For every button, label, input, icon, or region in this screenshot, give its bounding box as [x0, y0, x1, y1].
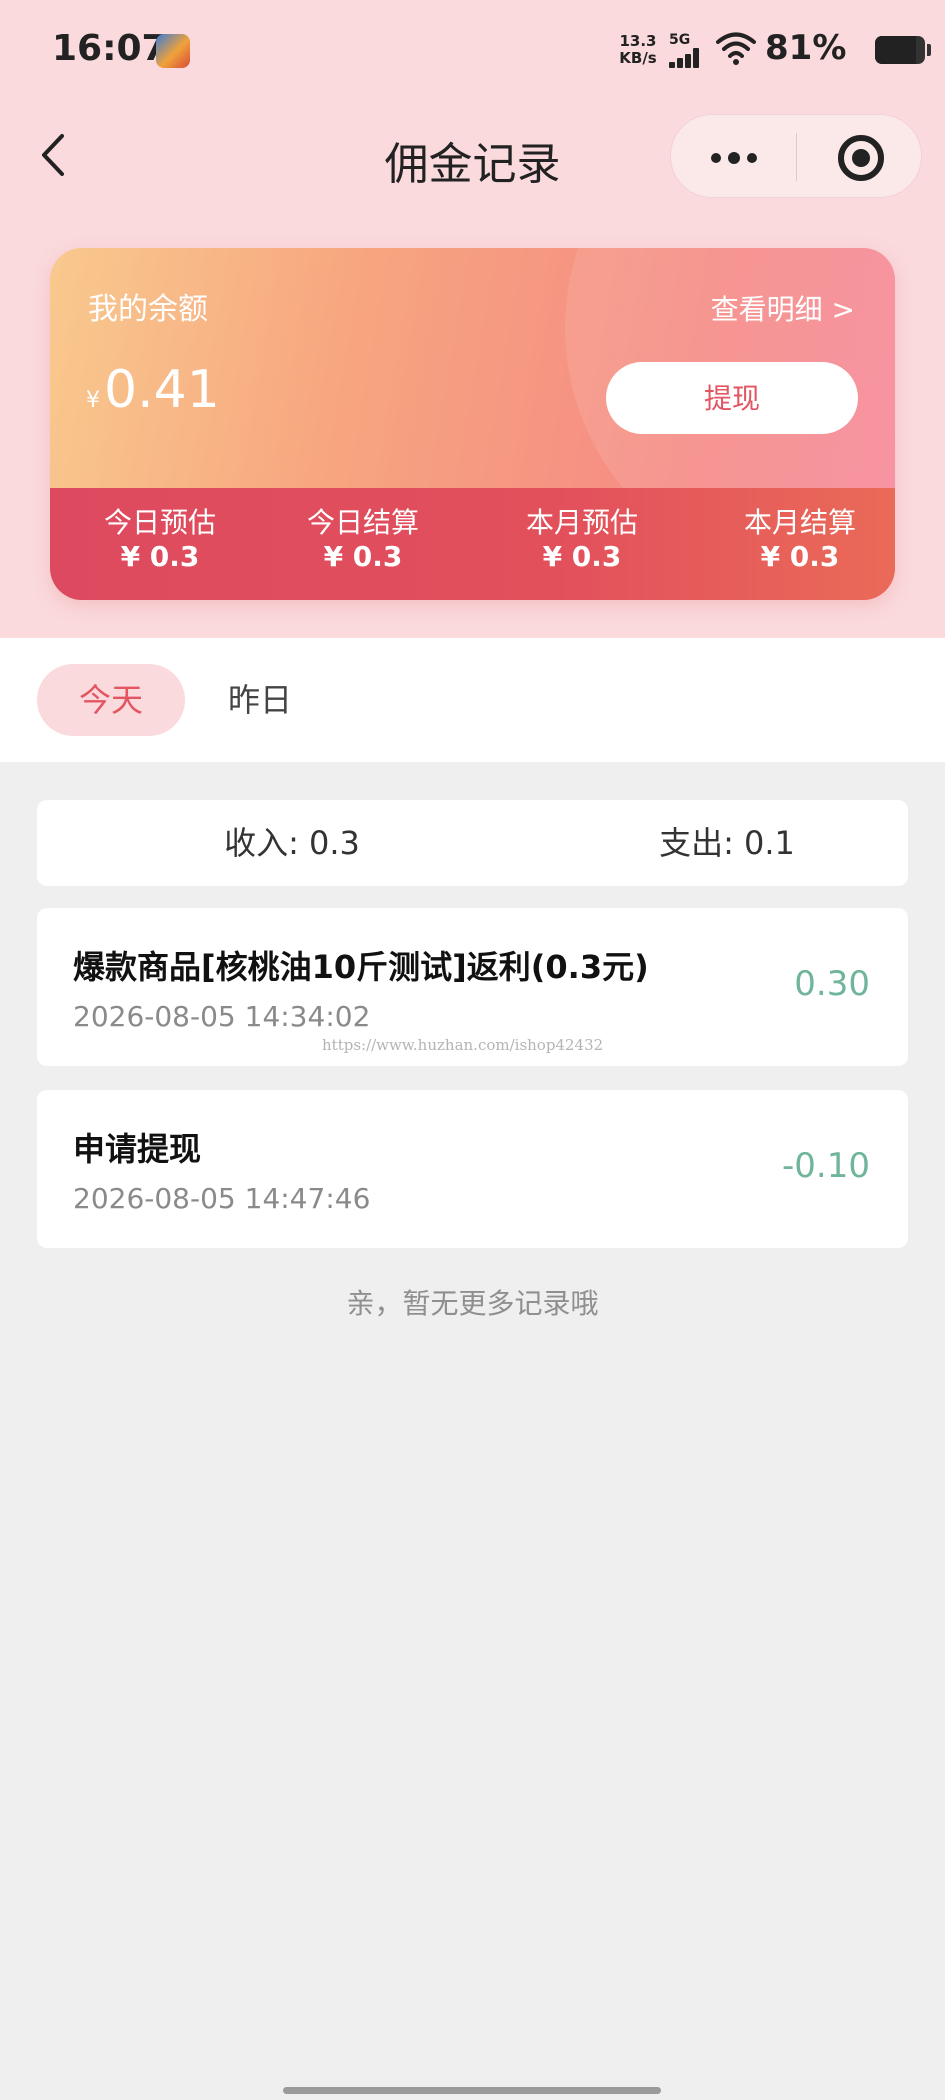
stat-label: 本月预估 — [525, 506, 638, 539]
currency-symbol: ¥ — [86, 388, 100, 413]
signal-icon — [669, 48, 707, 68]
watermark-text: https://www.huzhan.com/ishop42432 — [322, 1036, 604, 1054]
record-time: 2026-08-05 14:47:46 — [73, 1182, 371, 1215]
more-dot-icon — [728, 152, 740, 164]
stat-label: 本月结算 — [743, 506, 856, 539]
battery-cap — [927, 44, 931, 56]
stat-value: ¥ 0.3 — [760, 540, 840, 573]
stat-month-settled: 本月结算 ¥ 0.3 — [720, 506, 880, 574]
balance-card: 我的余额 查看明细 > ¥0.41 提现 今日预估 ¥ 0.3 今日结算 ¥ 0… — [50, 248, 895, 600]
balance-value: 0.41 — [104, 360, 220, 420]
tab-yesterday[interactable]: 昨日 — [200, 664, 320, 736]
battery-level — [875, 36, 916, 64]
balance-amount: ¥0.41 — [86, 360, 220, 420]
date-tabs: 今天 昨日 — [0, 638, 945, 762]
battery-percent: 81% — [765, 28, 847, 68]
view-details-link[interactable]: 查看明细 > — [711, 288, 855, 328]
more-dot-icon — [711, 153, 721, 163]
wifi-icon — [716, 32, 756, 65]
record-title: 申请提现 — [73, 1130, 202, 1168]
close-target-button[interactable] — [797, 115, 923, 199]
network-type: 5G — [669, 32, 691, 48]
stats-row: 今日预估 ¥ 0.3 今日结算 ¥ 0.3 本月预估 ¥ 0.3 本月结算 ¥ … — [50, 488, 895, 600]
status-indicators: 13.3 KB/s 5G 81% — [615, 0, 945, 100]
summary-card: 收入: 0.3 支出: 0.1 — [37, 800, 908, 886]
more-dot-icon — [747, 153, 757, 163]
no-more-records-hint: 亲，暂无更多记录哦 — [346, 1287, 599, 1320]
withdraw-button[interactable]: 提现 — [606, 362, 858, 434]
target-dot-icon — [852, 149, 870, 167]
net-speed: 13.3 KB/s — [619, 32, 657, 67]
stat-today-estimate: 今日预估 ¥ 0.3 — [80, 506, 240, 574]
stat-label: 今日预估 — [103, 506, 216, 539]
more-button[interactable] — [671, 115, 796, 199]
expense-summary: 支出: 0.1 — [659, 824, 795, 862]
record-amount: 0.30 — [794, 964, 870, 1004]
tab-today[interactable]: 今天 — [37, 664, 185, 736]
record-amount: -0.10 — [782, 1146, 870, 1186]
balance-label: 我的余额 — [88, 292, 208, 327]
stat-value: ¥ 0.3 — [323, 540, 403, 573]
stat-value: ¥ 0.3 — [542, 540, 622, 573]
stat-value: ¥ 0.3 — [120, 540, 200, 573]
app-notification-icon — [156, 34, 190, 68]
income-summary: 收入: 0.3 — [224, 824, 360, 862]
status-time: 16:07 — [52, 28, 167, 69]
back-icon[interactable] — [34, 130, 74, 180]
stat-label: 今日结算 — [306, 506, 419, 539]
record-title: 爆款商品[核桃油10斤测试]返利(0.3元) — [73, 948, 649, 986]
home-indicator[interactable] — [283, 2087, 661, 2094]
stat-month-estimate: 本月预估 ¥ 0.3 — [502, 506, 662, 574]
battery-icon — [875, 36, 925, 64]
record-time: 2026-08-05 14:34:02 — [73, 1000, 371, 1033]
stat-today-settled: 今日结算 ¥ 0.3 — [283, 506, 443, 574]
mini-program-capsule — [670, 114, 922, 198]
record-item: 申请提现 2026-08-05 14:47:46 -0.10 — [37, 1090, 908, 1248]
